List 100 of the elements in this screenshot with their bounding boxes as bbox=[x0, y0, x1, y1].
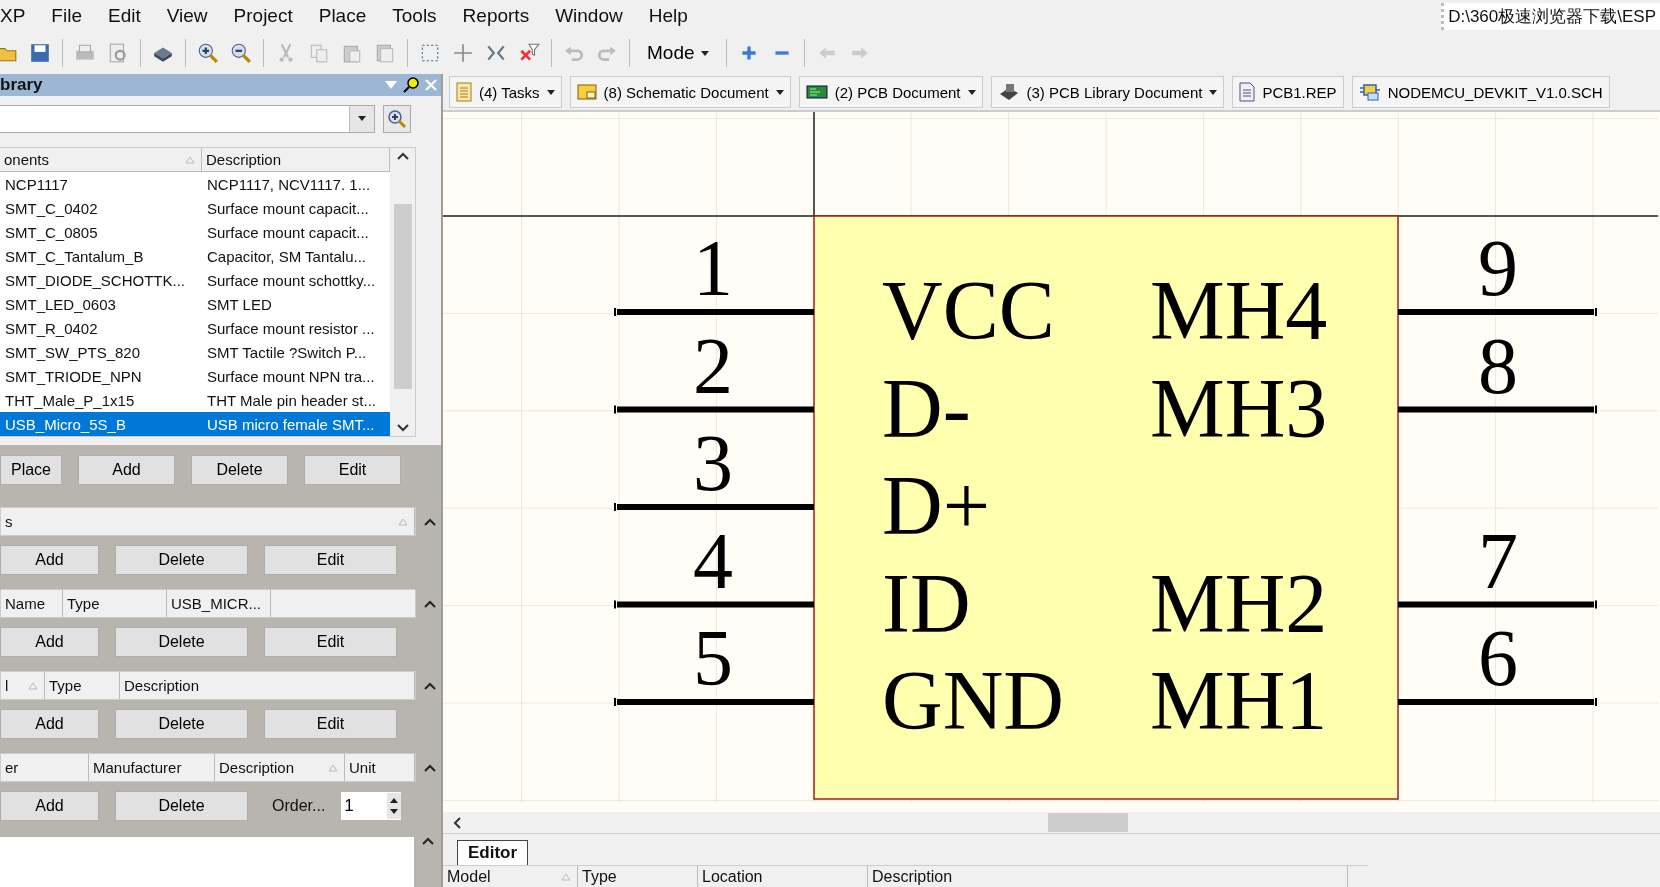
document-tab[interactable]: (2) PCB Document bbox=[798, 76, 983, 108]
document-tab[interactable]: PCB1.REP bbox=[1232, 76, 1344, 108]
zoom-in-icon[interactable] bbox=[197, 42, 219, 64]
panel-button[interactable]: Place bbox=[0, 455, 62, 485]
column-header[interactable]: Type bbox=[45, 672, 120, 699]
component-icon bbox=[1358, 82, 1381, 102]
scroll-down-icon[interactable] bbox=[396, 424, 409, 432]
panel-button[interactable]: Add bbox=[0, 545, 99, 575]
menu-item[interactable]: XP bbox=[0, 5, 39, 27]
column-header[interactable]: USB_MICR... bbox=[167, 590, 271, 617]
panel-button[interactable]: Delete bbox=[115, 545, 248, 575]
column-header[interactable]: s bbox=[1, 508, 415, 535]
menu-item[interactable]: Tools bbox=[379, 5, 450, 27]
menu-item[interactable]: File bbox=[38, 5, 95, 27]
menu-item[interactable]: Place bbox=[305, 5, 380, 27]
panel-button[interactable]: Edit bbox=[264, 545, 397, 575]
menu-item[interactable]: Help bbox=[635, 5, 701, 27]
clipboard-icon[interactable] bbox=[374, 42, 396, 64]
mode-button[interactable]: Mode bbox=[641, 42, 715, 64]
document-tab[interactable]: (8) Schematic Document bbox=[569, 76, 791, 108]
pin-number: 7 bbox=[1478, 516, 1518, 605]
component-row[interactable]: NCP1117 NCP1117, NCV1117. 1... bbox=[0, 172, 390, 196]
column-header[interactable]: er bbox=[1, 754, 89, 781]
pin[interactable] bbox=[1398, 404, 1597, 415]
column-header[interactable]: Type bbox=[578, 866, 698, 887]
component-row[interactable]: SMT_C_0805 Surface mount capacit... bbox=[0, 220, 390, 244]
component-row[interactable]: SMT_SW_PTS_820 SMT Tactile ?Switch P... bbox=[0, 340, 390, 364]
pin[interactable] bbox=[614, 599, 814, 610]
collapse-icon[interactable] bbox=[424, 517, 436, 526]
zoom-out-icon[interactable] bbox=[230, 42, 252, 64]
collapse-icon[interactable] bbox=[422, 837, 434, 845]
search-button[interactable] bbox=[383, 104, 411, 133]
caret-icon bbox=[546, 89, 555, 95]
scrollbar[interactable] bbox=[390, 148, 415, 436]
column-header[interactable]: Description bbox=[868, 866, 1348, 887]
pin[interactable] bbox=[1398, 599, 1597, 610]
document-tab[interactable]: (3) PCB Library Document bbox=[990, 76, 1225, 108]
panel-button[interactable]: Edit bbox=[264, 627, 397, 657]
menu-item[interactable]: View bbox=[153, 5, 221, 27]
menu-item[interactable]: Reports bbox=[449, 5, 543, 27]
pin[interactable] bbox=[614, 502, 814, 512]
panel-button[interactable]: Delete bbox=[115, 627, 248, 657]
menu-item[interactable]: Window bbox=[542, 5, 636, 27]
column-header[interactable]: onents bbox=[0, 148, 202, 171]
pin[interactable] bbox=[614, 307, 814, 317]
component-row[interactable]: SMT_DIODE_SCHOTTK... Surface mount schottky... bbox=[0, 268, 390, 292]
editor-tab[interactable]: Editor bbox=[457, 840, 529, 865]
component-row[interactable]: USB_Micro_5S_B USB micro female SMT... bbox=[0, 412, 390, 436]
panel-button[interactable]: Edit bbox=[264, 709, 397, 739]
sort-icon bbox=[561, 872, 571, 881]
collapse-icon[interactable] bbox=[424, 681, 436, 690]
column-header[interactable]: Description bbox=[215, 754, 345, 781]
component-row[interactable]: SMT_C_0402 Surface mount capacit... bbox=[0, 196, 390, 220]
pin[interactable] bbox=[614, 404, 814, 415]
component-body[interactable] bbox=[813, 215, 1399, 800]
pin-number: 8 bbox=[1478, 321, 1518, 410]
search-icon bbox=[387, 108, 407, 129]
save-icon[interactable] bbox=[29, 42, 51, 64]
component-row[interactable]: THT_Male_P_1x15 THT Male pin header st... bbox=[0, 388, 390, 412]
column-header[interactable]: Manufacturer bbox=[89, 754, 215, 781]
pin-name: ID bbox=[882, 556, 971, 650]
panel-button[interactable]: Add bbox=[0, 627, 99, 657]
menu-item[interactable]: Edit bbox=[95, 5, 154, 27]
column-header[interactable]: l bbox=[1, 672, 45, 699]
panel-button[interactable]: Add bbox=[78, 455, 175, 485]
panel-button[interactable]: Delete bbox=[191, 455, 288, 485]
component-row[interactable]: SMT_TRIODE_NPN Surface mount NPN tra... bbox=[0, 364, 390, 388]
component-row[interactable]: SMT_R_0402 Surface mount resistor ... bbox=[0, 316, 390, 340]
collapse-icon[interactable] bbox=[424, 763, 436, 772]
scrollbar-thumb[interactable] bbox=[1048, 813, 1128, 832]
menu-item[interactable]: Project bbox=[220, 5, 306, 27]
component-row[interactable]: SMT_LED_0603 SMT LED bbox=[0, 292, 390, 316]
pin[interactable] bbox=[614, 697, 814, 707]
panel-button[interactable]: Delete bbox=[115, 709, 248, 739]
scroll-up-icon[interactable] bbox=[396, 152, 409, 160]
document-tab[interactable]: NODEMCU_DEVKIT_V1.0.SCH bbox=[1351, 76, 1610, 108]
column-header[interactable]: Description bbox=[120, 672, 415, 699]
panel-button[interactable]: Edit bbox=[304, 455, 401, 485]
panel-button[interactable]: Add bbox=[0, 791, 99, 821]
panel-button[interactable]: Add bbox=[0, 709, 99, 739]
column-header[interactable]: Location bbox=[698, 866, 868, 887]
pin-icon[interactable] bbox=[403, 77, 419, 93]
pin-number: 5 bbox=[693, 614, 733, 702]
column-header[interactable]: Unit bbox=[345, 754, 415, 781]
panel-button[interactable]: Delete bbox=[115, 791, 248, 821]
spinner-arrows-icon[interactable] bbox=[387, 793, 402, 819]
scroll-left-icon[interactable] bbox=[453, 816, 461, 829]
selection-icon[interactable] bbox=[419, 42, 441, 64]
component-row[interactable]: SMT_C_Tantalum_B Capacitor, SM Tantalu... bbox=[0, 244, 390, 268]
pin-name: VCC bbox=[882, 264, 1055, 357]
pin-number: 9 bbox=[1478, 224, 1518, 312]
column-header[interactable]: Model bbox=[443, 866, 578, 887]
pin-name: MH4 bbox=[1150, 264, 1328, 357]
pin[interactable] bbox=[1398, 307, 1597, 317]
quantity-spinner[interactable]: 1 bbox=[341, 792, 402, 820]
collapse-icon[interactable] bbox=[424, 599, 436, 608]
column-header[interactable]: Name bbox=[1, 590, 63, 617]
document-tab[interactable]: (4) Tasks bbox=[449, 76, 562, 108]
column-header[interactable]: Type bbox=[63, 590, 167, 617]
pin[interactable] bbox=[1398, 697, 1597, 707]
